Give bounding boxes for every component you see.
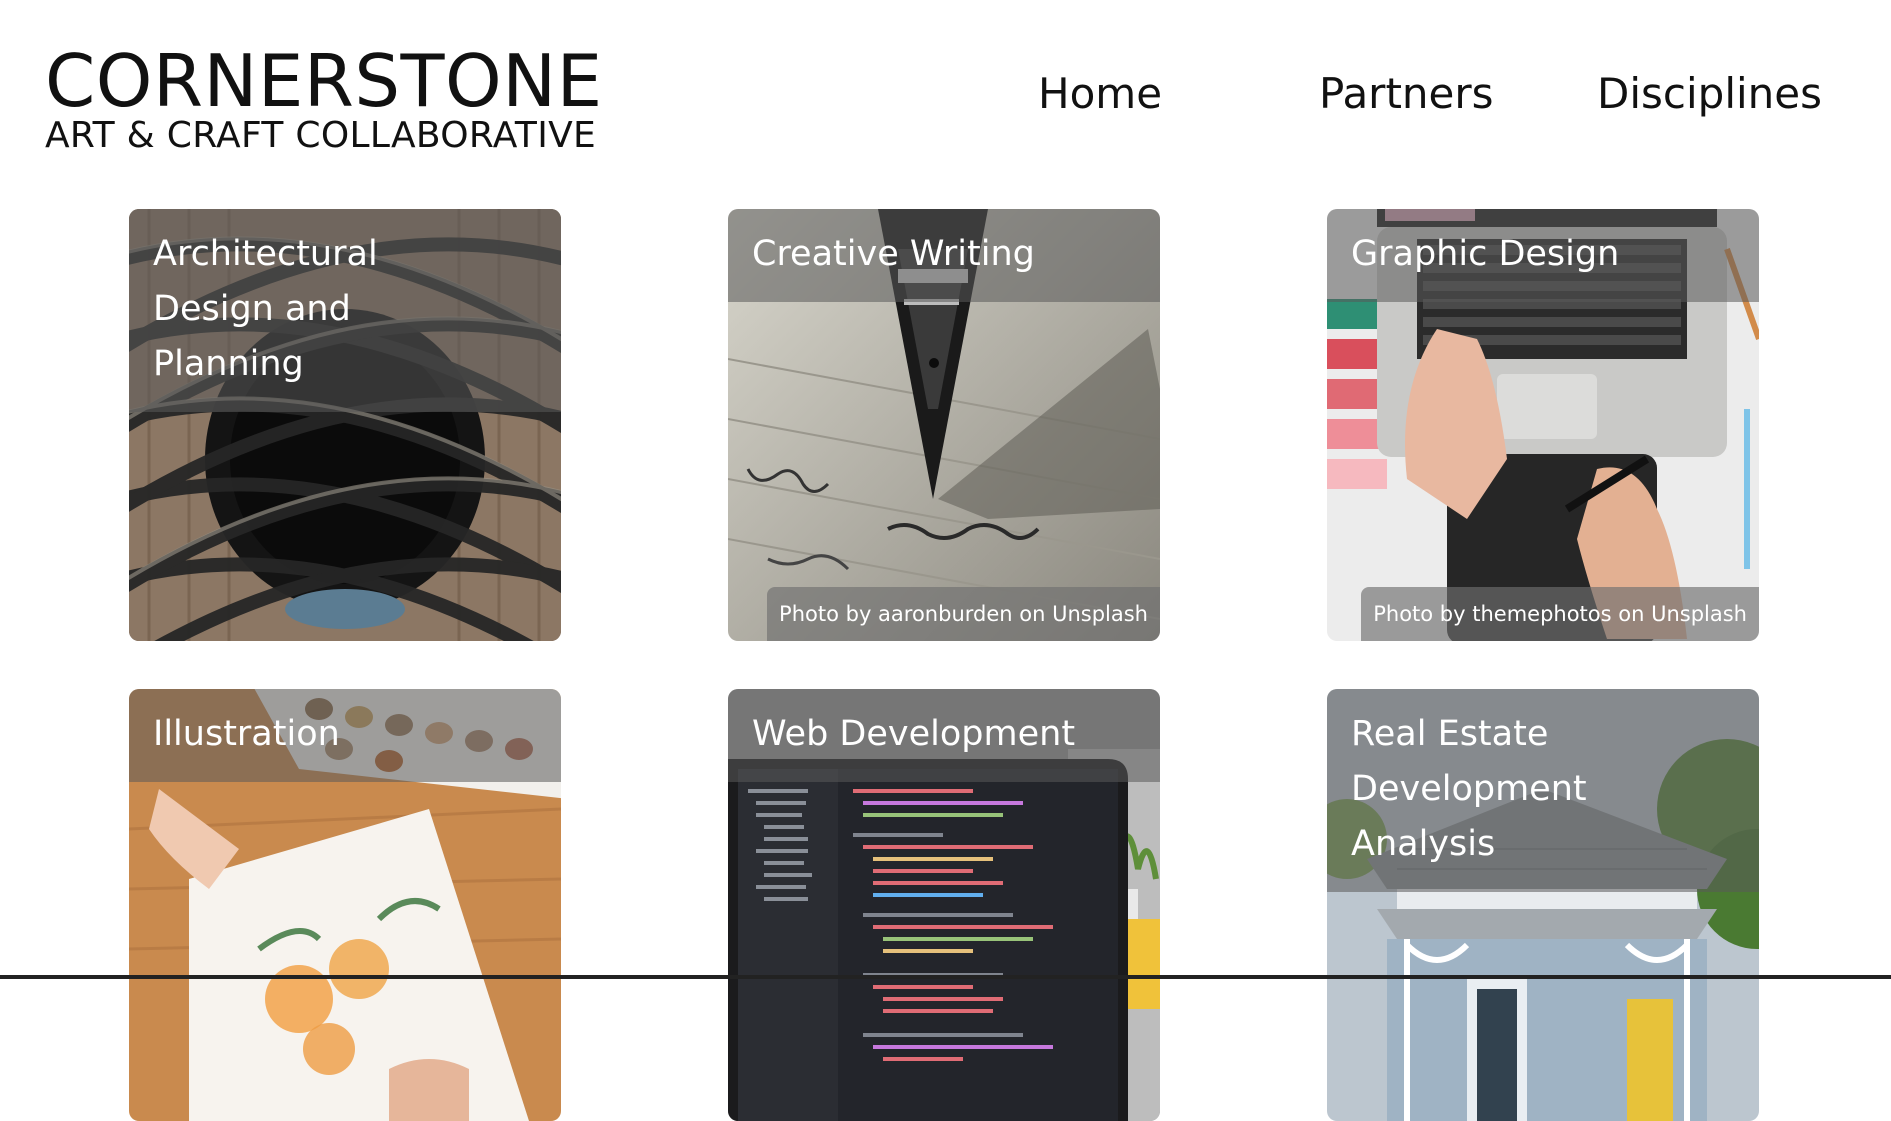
- card-title-band: Architectural Design and Planning: [129, 209, 561, 412]
- nav-disciplines-link[interactable]: Disciplines: [1597, 66, 1822, 122]
- card-title-band: Illustration: [129, 689, 561, 782]
- card-title: Illustration: [153, 714, 340, 754]
- discipline-card-creative-writing[interactable]: Creative Writing Photo by aaronburden on…: [728, 209, 1160, 641]
- nav-home-link[interactable]: Home: [1038, 66, 1162, 122]
- discipline-card-real-estate[interactable]: Real Estate Development Analysis: [1327, 689, 1759, 1121]
- card-title-band: Creative Writing: [728, 209, 1160, 302]
- card-title: Graphic Design: [1351, 234, 1620, 274]
- discipline-card-architecture[interactable]: Architectural Design and Planning: [129, 209, 561, 641]
- photo-credit: Photo by aaronburden on Unsplash: [767, 587, 1160, 641]
- card-title-band: Graphic Design: [1327, 209, 1759, 302]
- card-title: Architectural Design and Planning: [153, 234, 378, 384]
- card-title: Creative Writing: [752, 234, 1035, 274]
- discipline-card-graphic-design[interactable]: Graphic Design Photo by themephotos on U…: [1327, 209, 1759, 641]
- brand-tagline: ART & CRAFT COLLABORATIVE: [45, 115, 597, 156]
- card-title: Real Estate Development Analysis: [1351, 714, 1587, 864]
- brand-name: CORNERSTONE: [45, 39, 603, 123]
- card-title-band: Web Development: [728, 689, 1160, 782]
- card-title-band: Real Estate Development Analysis: [1327, 689, 1759, 892]
- photo-credit: Photo by themephotos on Unsplash: [1361, 587, 1759, 641]
- page-bottom-edge: [0, 975, 1891, 979]
- discipline-card-web-development[interactable]: Web Development: [728, 689, 1160, 1121]
- nav-partners-link[interactable]: Partners: [1319, 66, 1494, 122]
- discipline-card-illustration[interactable]: Illustration: [129, 689, 561, 1121]
- site-logo[interactable]: CORNERSTONE ART & CRAFT COLLABORATIVE: [45, 40, 603, 156]
- card-title: Web Development: [752, 714, 1076, 754]
